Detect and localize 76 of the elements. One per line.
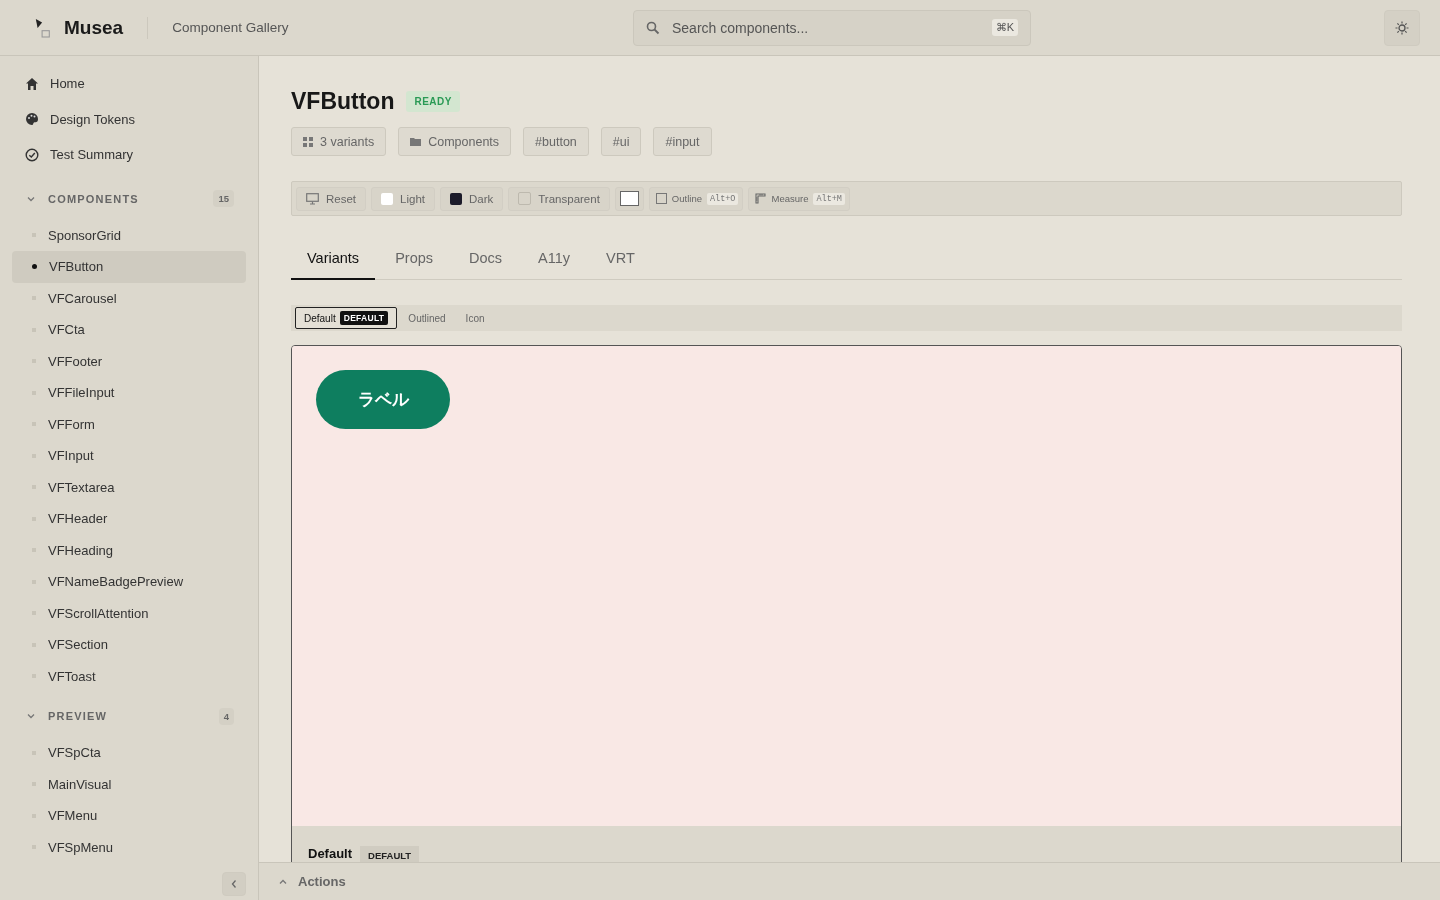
- logo-icon: [34, 16, 52, 39]
- variant-name: Default: [308, 846, 353, 861]
- tab[interactable]: A11y: [522, 238, 587, 280]
- variant-tab[interactable]: Icon: [456, 307, 494, 329]
- component-item[interactable]: VFCta: [12, 314, 246, 346]
- grid-icon: [303, 136, 313, 147]
- monitor-icon: [306, 192, 319, 205]
- section-title: PREVIEW: [48, 710, 109, 722]
- component-item[interactable]: MainVisual: [12, 768, 246, 800]
- chevron-left-icon: [230, 879, 238, 889]
- tab[interactable]: VRT: [590, 238, 651, 280]
- component-item[interactable]: VFSection: [12, 629, 246, 661]
- background-button[interactable]: Transparent: [508, 186, 610, 211]
- component-item[interactable]: VFScrollAttention: [12, 597, 246, 629]
- default-badge: DEFAULT: [339, 311, 389, 325]
- component-item[interactable]: VFSpMenu: [12, 831, 246, 863]
- meta-chip: #input: [653, 127, 712, 156]
- background-button[interactable]: Light: [371, 186, 435, 211]
- theme-toggle[interactable]: [1384, 9, 1420, 46]
- ruler-icon: [755, 193, 767, 204]
- component-item[interactable]: VFNameBadgePreview: [12, 566, 246, 598]
- app-name: Musea: [64, 16, 124, 39]
- variant-tab[interactable]: Outlined: [399, 307, 455, 329]
- nav-item[interactable]: Test Summary: [12, 137, 246, 173]
- sun-icon: [1395, 20, 1409, 35]
- meta-chip: #ui: [600, 127, 642, 156]
- demo-button[interactable]: ラベル: [316, 370, 450, 429]
- component-item[interactable]: VFForm: [12, 408, 246, 440]
- transparent-swatch: [518, 192, 532, 205]
- folder-icon: [410, 137, 422, 146]
- component-item[interactable]: VFFileInput: [12, 377, 246, 409]
- home-icon: [25, 76, 39, 91]
- component-title: VFButton: [291, 87, 395, 115]
- reset-button[interactable]: Reset: [296, 186, 367, 211]
- tab[interactable]: Variants: [291, 238, 376, 280]
- outline-toggle[interactable]: Outline Alt+O: [648, 186, 744, 211]
- shortcut-hint: Alt+O: [706, 192, 739, 205]
- component-item[interactable]: VFToast: [12, 660, 246, 692]
- component-item[interactable]: VFButton: [12, 251, 246, 283]
- nav-item[interactable]: Home: [12, 66, 246, 102]
- search-field[interactable]: Search components... ⌘K: [633, 9, 1031, 46]
- shortcut-hint: Alt+M: [813, 192, 845, 205]
- component-item[interactable]: VFHeading: [12, 534, 246, 566]
- component-item[interactable]: VFHeader: [12, 503, 246, 535]
- tab[interactable]: Docs: [453, 238, 519, 280]
- status-badge: READY: [406, 90, 460, 112]
- section-title: COMPONENTS: [48, 192, 140, 205]
- item-count: 4: [218, 707, 234, 725]
- color-picker[interactable]: [614, 186, 644, 211]
- meta-chip: Components: [398, 127, 512, 156]
- variant-tab[interactable]: Default DEFAULT: [295, 307, 398, 329]
- component-item[interactable]: VFInput: [12, 440, 246, 472]
- component-item[interactable]: VFCarousel: [12, 282, 246, 314]
- item-count: 15: [213, 190, 234, 207]
- component-item[interactable]: VFMenu: [12, 800, 246, 832]
- palette-icon: [25, 112, 39, 127]
- background-button[interactable]: Dark: [440, 186, 504, 211]
- meta-chip: 3 variants: [291, 127, 387, 156]
- search-input[interactable]: Search components...: [670, 18, 982, 37]
- component-item[interactable]: VFSpCta: [12, 737, 246, 769]
- nav-item[interactable]: Design Tokens: [12, 101, 246, 137]
- collapse-sidebar-button[interactable]: [222, 872, 246, 896]
- shortcut-hint: ⌘K: [991, 19, 1018, 36]
- default-badge: DEFAULT: [360, 846, 420, 862]
- chevron-icon[interactable]: [26, 711, 36, 721]
- search-icon: [646, 20, 660, 35]
- component-item[interactable]: VFTextarea: [12, 471, 246, 503]
- measure-button[interactable]: Measure Alt+M: [748, 186, 850, 211]
- app-subtitle: Component Gallery: [172, 20, 289, 35]
- component-item[interactable]: VFFooter: [12, 345, 246, 377]
- checkbox[interactable]: [655, 193, 667, 204]
- actions-label: Actions: [298, 874, 346, 889]
- tab[interactable]: Props: [379, 238, 449, 280]
- component-item[interactable]: SponsorGrid: [12, 219, 246, 251]
- meta-chip: #button: [523, 127, 589, 156]
- check-circle-icon: [25, 147, 39, 162]
